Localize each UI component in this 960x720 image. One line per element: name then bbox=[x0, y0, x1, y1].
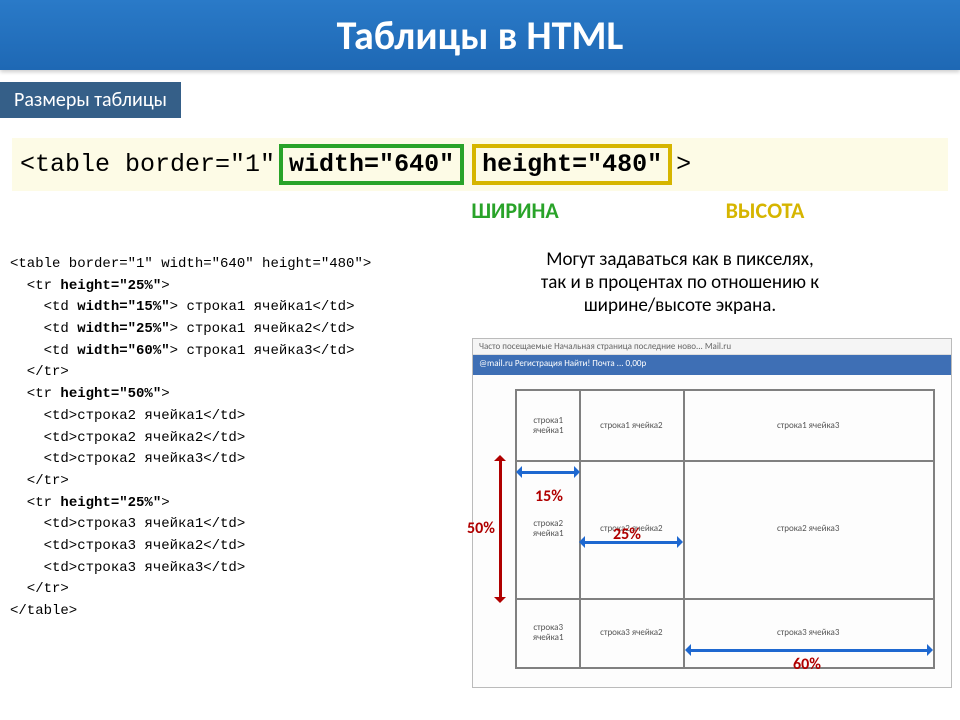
slide-title: Таблицы в HTML bbox=[337, 11, 624, 60]
table-cell: строка1 ячейка3 bbox=[683, 391, 933, 460]
browser-toolbar-mail: @mail.ru Регистрация Найти! Почта ... 0,… bbox=[473, 355, 951, 375]
code-line: <tr height="50%"> bbox=[10, 384, 390, 406]
arrow-width-15 bbox=[520, 471, 576, 474]
preview-table: строка1 ячейка1 строка1 ячейка2 строка1 … bbox=[515, 389, 935, 669]
annotation-60: 60% bbox=[793, 655, 821, 674]
browser-mock: Часто посещаемые Начальная страница посл… bbox=[472, 338, 952, 688]
table-cell: строка1 ячейка1 bbox=[517, 391, 579, 460]
annotation-25: 25% bbox=[613, 525, 641, 544]
arrow-height-50 bbox=[499, 459, 502, 599]
code-line: <td width="60%"> строка1 ячейка3</td> bbox=[10, 341, 390, 363]
labels-row: ШИРИНА ВЫСОТА bbox=[0, 197, 960, 224]
code-sample: <table border="1" width="640" height="48… bbox=[0, 248, 400, 718]
code-line: <td width="25%"> строка1 ячейка2</td> bbox=[10, 319, 390, 341]
slide-subtitle: Размеры таблицы bbox=[0, 82, 181, 118]
slide-title-bar: Таблицы в HTML bbox=[0, 0, 960, 70]
note-line: так и в процентах по отношению к bbox=[420, 271, 940, 294]
annotation-15: 15% bbox=[535, 487, 563, 506]
note-line: Могут задаваться как в пикселях, bbox=[420, 248, 940, 271]
code-line: <tr height="25%"> bbox=[10, 276, 390, 298]
code-prefix: <table border="1" bbox=[20, 150, 275, 179]
code-line: </table> bbox=[10, 601, 390, 623]
code-line: <tr height="25%"> bbox=[10, 493, 390, 515]
subtitle-text: Размеры таблицы bbox=[14, 88, 167, 112]
note-text: Могут задаваться как в пикселях, так и в… bbox=[400, 248, 960, 327]
code-line: <table border="1" width="640" height="48… bbox=[10, 254, 390, 276]
height-attribute-highlight: height="480" bbox=[472, 144, 672, 185]
code-line: <td>строка2 ячейка3</td> bbox=[10, 449, 390, 471]
code-line: </tr> bbox=[10, 471, 390, 493]
table-cell: строка3 ячейка1 bbox=[517, 598, 579, 667]
table-cell: строка2 ячейка1 bbox=[517, 460, 579, 598]
table-cell: строка1 ячейка2 bbox=[579, 391, 683, 460]
browser-toolbar: Часто посещаемые Начальная страница посл… bbox=[473, 339, 951, 355]
code-suffix: > bbox=[676, 150, 691, 179]
code-line: <td>строка3 ячейка3</td> bbox=[10, 558, 390, 580]
code-line: <td>строка2 ячейка1</td> bbox=[10, 406, 390, 428]
code-line: <td>строка3 ячейка2</td> bbox=[10, 536, 390, 558]
annotation-50: 50% bbox=[467, 519, 495, 538]
code-line: <td>строка3 ячейка1</td> bbox=[10, 514, 390, 536]
code-line: </tr> bbox=[10, 579, 390, 601]
code-line: <td>строка2 ячейка2</td> bbox=[10, 428, 390, 450]
arrow-width-60 bbox=[689, 649, 929, 652]
code-line: <td width="15%"> строка1 ячейка1</td> bbox=[10, 297, 390, 319]
code-headline: <table border="1" width="640" height="48… bbox=[12, 138, 948, 191]
table-cell: строка3 ячейка2 bbox=[579, 598, 683, 667]
code-line: </tr> bbox=[10, 362, 390, 384]
table-cell: строка2 ячейка3 bbox=[683, 460, 933, 598]
label-height: ВЫСОТА bbox=[640, 197, 890, 224]
note-line: ширине/высоте экрана. bbox=[420, 294, 940, 317]
width-attribute-highlight: width="640" bbox=[279, 144, 464, 185]
label-width: ШИРИНА bbox=[390, 197, 640, 224]
